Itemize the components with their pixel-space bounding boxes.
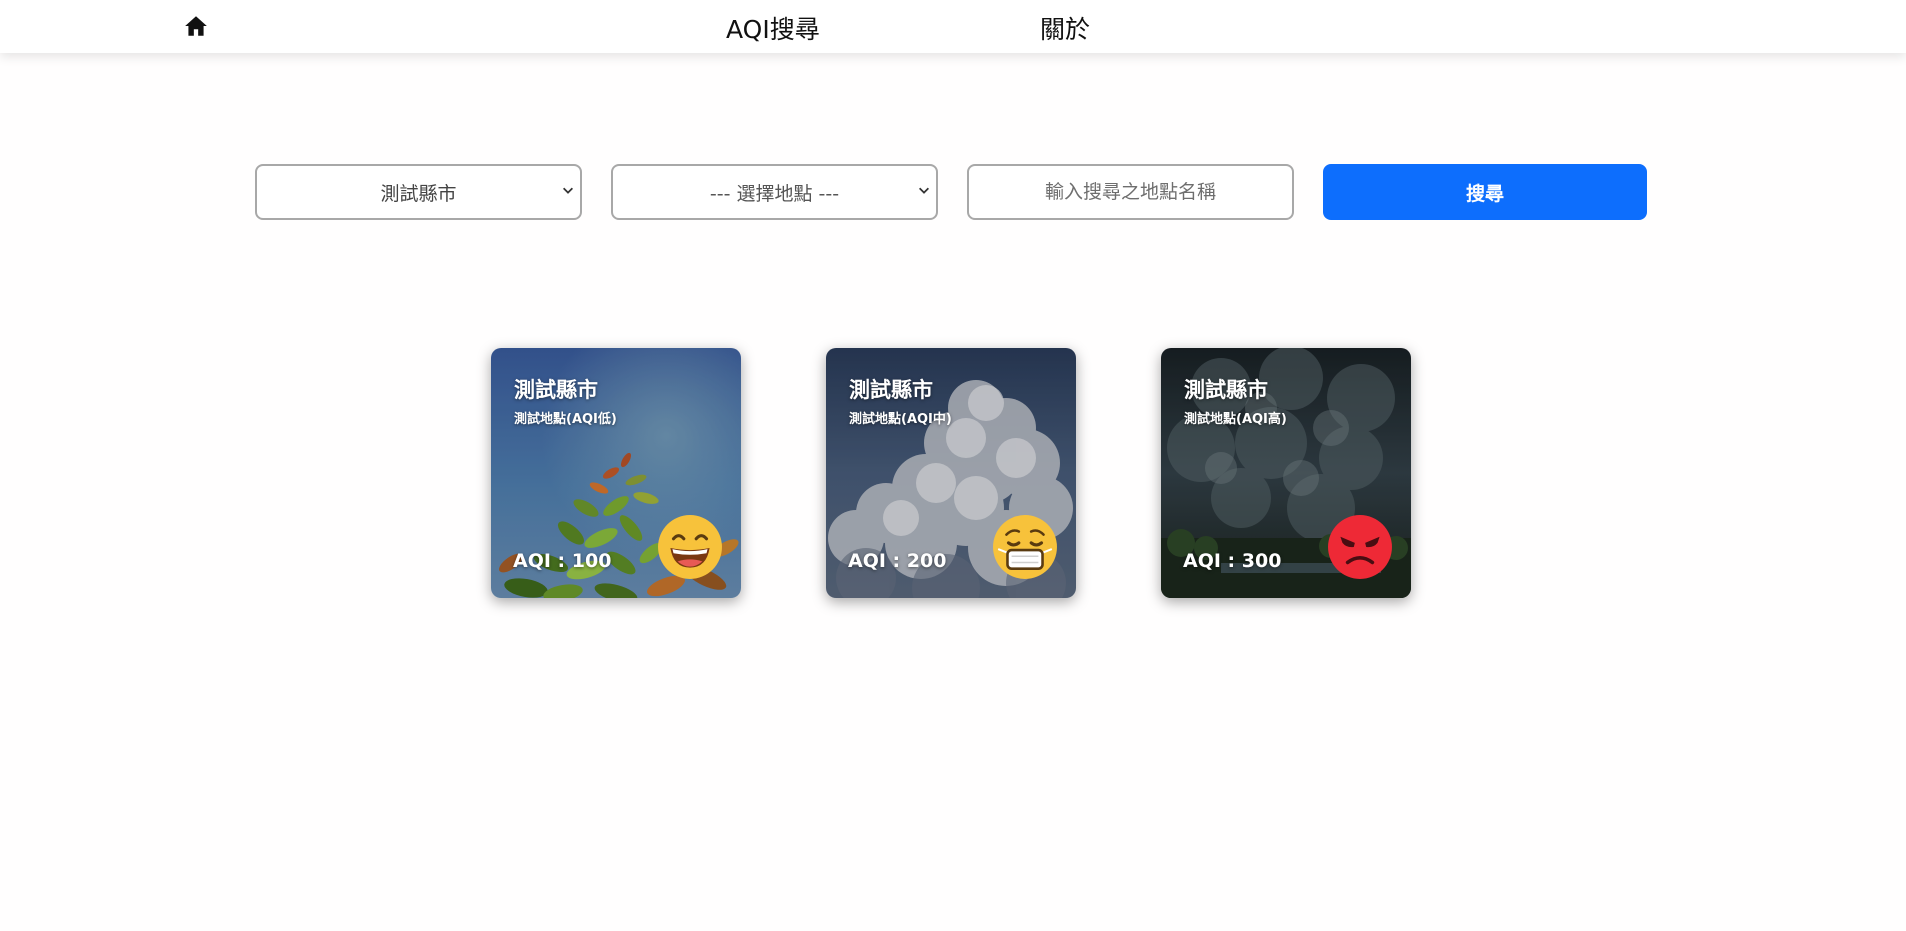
- navbar: AQI搜尋 關於: [0, 0, 1906, 53]
- card-site-name: 測試地點(AQI高): [1184, 412, 1287, 427]
- nav-link-about[interactable]: 關於: [1040, 10, 1090, 46]
- card-aqi-value: AQI : 200: [848, 550, 947, 572]
- card-aqi-value: AQI : 300: [1183, 550, 1282, 572]
- nav-link-aqi-search[interactable]: AQI搜尋: [726, 10, 820, 46]
- county-select-value: 測試縣市: [380, 182, 457, 205]
- aqi-card-medium[interactable]: 測試縣市 測試地點(AQI中) AQI : 200: [826, 348, 1076, 598]
- card-aqi-value: AQI : 100: [513, 550, 612, 572]
- aqi-card-low[interactable]: 測試縣市 測試地點(AQI低) AQI : 100: [491, 348, 741, 598]
- site-name-search-input[interactable]: [967, 164, 1294, 220]
- chevron-down-icon: [563, 187, 573, 194]
- card-site-name: 測試地點(AQI低): [514, 412, 617, 427]
- county-select[interactable]: 測試縣市: [255, 164, 582, 220]
- search-button[interactable]: 搜尋: [1323, 164, 1647, 220]
- grinning-face-icon: [658, 515, 722, 579]
- card-site-name: 測試地點(AQI中): [849, 412, 952, 427]
- card-county-name: 測試縣市: [514, 378, 598, 402]
- site-select-value: --- 選擇地點 ---: [709, 182, 840, 205]
- home-icon[interactable]: [183, 13, 209, 39]
- aqi-card-high[interactable]: 測試縣市 測試地點(AQI高) AQI : 300: [1161, 348, 1411, 598]
- card-county-name: 測試縣市: [849, 378, 933, 402]
- chevron-down-icon: [919, 187, 929, 194]
- site-select[interactable]: --- 選擇地點 ---: [611, 164, 938, 220]
- card-county-name: 測試縣市: [1184, 378, 1268, 402]
- mask-face-icon: [993, 515, 1057, 579]
- angry-face-icon: [1328, 515, 1392, 579]
